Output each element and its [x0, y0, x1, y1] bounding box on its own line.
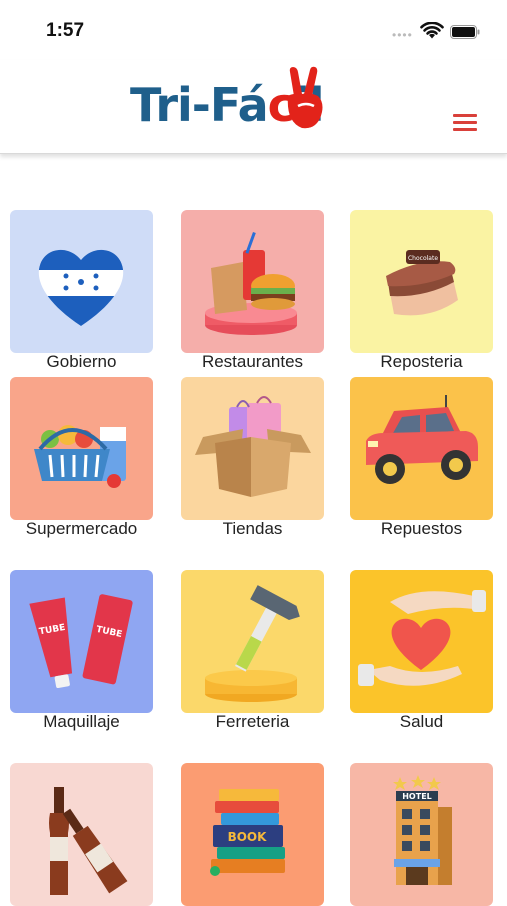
category-label: Restaurantes — [201, 352, 304, 371]
category-label: Maquillaje — [43, 712, 120, 731]
category-supermercado[interactable]: Supermercado — [10, 377, 153, 538]
category-image — [350, 377, 493, 520]
category-image — [181, 210, 324, 353]
category-label: Tiendas — [222, 519, 283, 538]
category-repuestos[interactable]: Repuestos — [350, 377, 493, 538]
category-maquillaje[interactable]: TUBE TUBE Maquillaje — [10, 570, 153, 731]
category-tiendas[interactable]: Tiendas — [181, 377, 324, 538]
hammer-icon — [205, 585, 300, 702]
category-label: Salud — [399, 712, 444, 731]
category-ferreteria[interactable]: Ferreteria — [181, 570, 324, 731]
heart-hands-icon — [358, 590, 486, 686]
category-label: Repuestos — [380, 519, 463, 538]
category-label: Supermercado — [25, 519, 138, 538]
category-restaurantes[interactable]: Restaurantes — [181, 210, 324, 371]
category-hoteles[interactable]: HOTEL — [350, 763, 493, 906]
category-gobierno[interactable]: Gobierno — [10, 210, 153, 371]
cosmetic-tube-icon: TUBE TUBE — [29, 594, 133, 688]
category-image: HOTEL — [350, 763, 493, 906]
category-label: Ferreteria — [215, 712, 290, 731]
category-libreria[interactable]: BOOK — [181, 763, 324, 906]
toy-car-icon — [366, 395, 478, 484]
svg-text:HOTEL: HOTEL — [402, 792, 432, 801]
category-image: Chocolate — [350, 210, 493, 353]
honduras-heart-icon — [38, 249, 124, 326]
fast-food-icon — [205, 232, 297, 335]
cake-icon: Chocolate — [386, 250, 458, 316]
category-salud[interactable]: Salud — [350, 570, 493, 731]
category-reposteria[interactable]: Chocolate Reposteria — [350, 210, 493, 371]
category-image — [181, 570, 324, 713]
category-image: BOOK — [181, 763, 324, 906]
svg-text:BOOK: BOOK — [228, 830, 268, 844]
category-image — [10, 210, 153, 353]
wine-bottles-icon — [49, 787, 128, 895]
category-image: TUBE TUBE — [10, 570, 153, 713]
category-grid: Gobierno Restaurantes Chocolate Reposter… — [0, 0, 507, 906]
hotel-icon: HOTEL — [393, 775, 452, 885]
books-icon: BOOK — [210, 789, 285, 876]
category-label: Reposteria — [380, 352, 463, 371]
shopping-box-icon — [195, 396, 311, 497]
category-image — [10, 763, 153, 906]
svg-text:Chocolate: Chocolate — [408, 255, 438, 262]
category-licores[interactable] — [10, 763, 153, 906]
category-image — [10, 377, 153, 520]
category-label: Gobierno — [46, 352, 117, 371]
category-image — [181, 377, 324, 520]
category-image — [350, 570, 493, 713]
grocery-basket-icon — [34, 425, 126, 488]
